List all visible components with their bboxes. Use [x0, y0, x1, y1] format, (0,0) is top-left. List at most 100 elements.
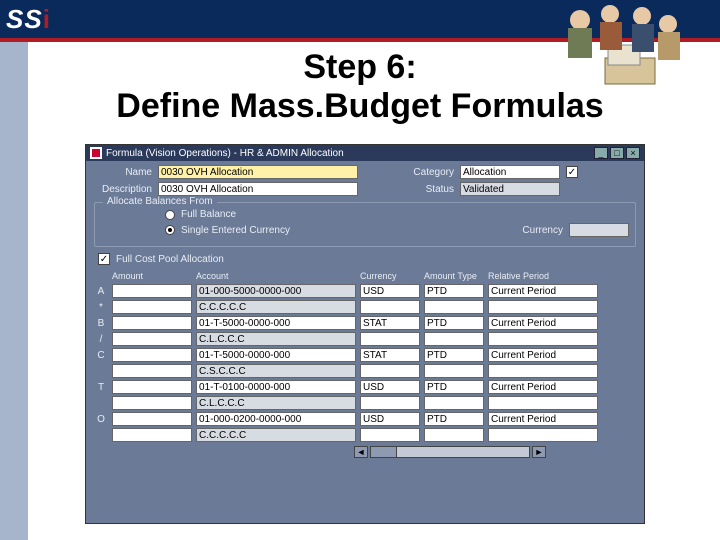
scroll-right-button[interactable]: ► — [532, 446, 546, 458]
account-cell[interactable]: C.L.C.C.C — [196, 396, 356, 410]
minimize-button[interactable]: _ — [594, 147, 608, 159]
period-cell[interactable] — [488, 332, 598, 346]
currency-cell[interactable] — [360, 396, 420, 410]
account-cell[interactable]: 01-000-0200-0000-000 — [196, 412, 356, 426]
account-cell[interactable]: C.L.C.C.C — [196, 332, 356, 346]
period-cell[interactable]: Current Period — [488, 348, 598, 362]
row-lab: A — [94, 286, 108, 297]
logo: SSi — [6, 4, 51, 35]
currency-cell[interactable]: USD — [360, 380, 420, 394]
account-cell[interactable]: 01-000-5000-0000-000 — [196, 284, 356, 298]
account-cell[interactable]: 01-T-5000-0000-000 — [196, 348, 356, 362]
type-cell[interactable]: PTD — [424, 284, 484, 298]
amount-cell[interactable] — [112, 348, 192, 362]
period-cell[interactable] — [488, 396, 598, 410]
amount-cell[interactable] — [112, 300, 192, 314]
account-cell[interactable]: C.C.C.C.C — [196, 428, 356, 442]
maximize-button[interactable]: □ — [610, 147, 624, 159]
type-cell[interactable]: PTD — [424, 380, 484, 394]
single-entered-label: Single Entered Currency — [181, 225, 341, 236]
type-cell[interactable] — [424, 396, 484, 410]
row-lab: * — [94, 302, 108, 313]
amount-cell[interactable] — [112, 380, 192, 394]
type-cell[interactable]: PTD — [424, 412, 484, 426]
full-balance-label: Full Balance — [181, 209, 236, 220]
window-title: Formula (Vision Operations) - HR & ADMIN… — [106, 148, 592, 159]
amount-cell[interactable] — [112, 332, 192, 346]
type-cell[interactable] — [424, 332, 484, 346]
type-cell[interactable] — [424, 300, 484, 314]
category-checkbox[interactable]: ✓ — [566, 166, 578, 178]
name-label: Name — [94, 167, 152, 178]
status-field: Validated — [460, 182, 560, 196]
allocate-section: Allocate Balances From Full Balance Sing… — [94, 202, 636, 247]
row-lab: T — [94, 382, 108, 393]
period-cell[interactable] — [488, 428, 598, 442]
currency-cell[interactable]: USD — [360, 412, 420, 426]
category-field[interactable]: Allocation — [460, 165, 560, 179]
currency-cell[interactable]: STAT — [360, 316, 420, 330]
account-cell[interactable]: 01-T-0100-0000-000 — [196, 380, 356, 394]
left-strip — [0, 42, 28, 540]
window-titlebar[interactable]: Formula (Vision Operations) - HR & ADMIN… — [86, 145, 644, 161]
row-lab: O — [94, 414, 108, 425]
period-cell[interactable]: Current Period — [488, 412, 598, 426]
window-icon — [90, 147, 102, 159]
amount-cell[interactable] — [112, 316, 192, 330]
row-lab: C — [94, 350, 108, 361]
currency-cell[interactable] — [360, 300, 420, 314]
period-cell[interactable] — [488, 364, 598, 378]
scroll-left-button[interactable]: ◄ — [354, 446, 368, 458]
type-cell[interactable]: PTD — [424, 348, 484, 362]
row-lab: / — [94, 334, 108, 345]
category-label: Category — [364, 167, 454, 178]
scroll-thumb[interactable] — [371, 447, 397, 457]
row-lab: B — [94, 318, 108, 329]
amount-cell[interactable] — [112, 284, 192, 298]
horizontal-scrollbar[interactable]: ◄ ► — [354, 446, 636, 458]
amount-cell[interactable] — [112, 396, 192, 410]
formula-window: Formula (Vision Operations) - HR & ADMIN… — [85, 144, 645, 524]
period-cell[interactable]: Current Period — [488, 284, 598, 298]
single-entered-radio[interactable] — [165, 225, 175, 235]
formula-grid: Amount Account Currency Amount Type Rela… — [94, 271, 636, 442]
account-cell[interactable]: C.S.C.C.C — [196, 364, 356, 378]
full-balance-radio[interactable] — [165, 210, 175, 220]
col-currency: Currency — [360, 271, 420, 282]
currency-label: Currency — [522, 225, 563, 236]
status-label: Status — [364, 184, 454, 195]
col-amount: Amount — [112, 271, 192, 282]
period-cell[interactable]: Current Period — [488, 380, 598, 394]
type-cell[interactable] — [424, 428, 484, 442]
people-illustration — [550, 0, 690, 90]
amount-cell[interactable] — [112, 412, 192, 426]
title-line-2: Define Mass.Budget Formulas — [10, 87, 710, 126]
currency-cell[interactable] — [360, 364, 420, 378]
period-cell[interactable]: Current Period — [488, 316, 598, 330]
amount-cell[interactable] — [112, 428, 192, 442]
col-amount-type: Amount Type — [424, 271, 484, 282]
form-body: Name 0030 OVH Allocation Category Alloca… — [86, 161, 644, 462]
type-cell[interactable] — [424, 364, 484, 378]
amount-cell[interactable] — [112, 364, 192, 378]
close-button[interactable]: × — [626, 147, 640, 159]
col-account: Account — [196, 271, 356, 282]
type-cell[interactable]: PTD — [424, 316, 484, 330]
currency-cell[interactable]: STAT — [360, 348, 420, 362]
currency-field[interactable] — [569, 223, 629, 237]
full-cost-checkbox[interactable]: ✓ — [98, 253, 110, 265]
account-cell[interactable]: 01-T-5000-0000-000 — [196, 316, 356, 330]
name-field[interactable]: 0030 OVH Allocation — [158, 165, 358, 179]
period-cell[interactable] — [488, 300, 598, 314]
slide: SSi Step 6: Define Mass.Budget Formulas … — [0, 0, 720, 540]
currency-cell[interactable] — [360, 332, 420, 346]
scroll-track[interactable] — [370, 446, 530, 458]
allocate-legend: Allocate Balances From — [103, 196, 217, 207]
col-relative-period: Relative Period — [488, 271, 598, 282]
currency-cell[interactable]: USD — [360, 284, 420, 298]
description-label: Description — [94, 184, 152, 195]
full-cost-label: Full Cost Pool Allocation — [116, 254, 224, 265]
account-cell[interactable]: C.C.C.C.C — [196, 300, 356, 314]
currency-cell[interactable] — [360, 428, 420, 442]
description-field[interactable]: 0030 OVH Allocation — [158, 182, 358, 196]
